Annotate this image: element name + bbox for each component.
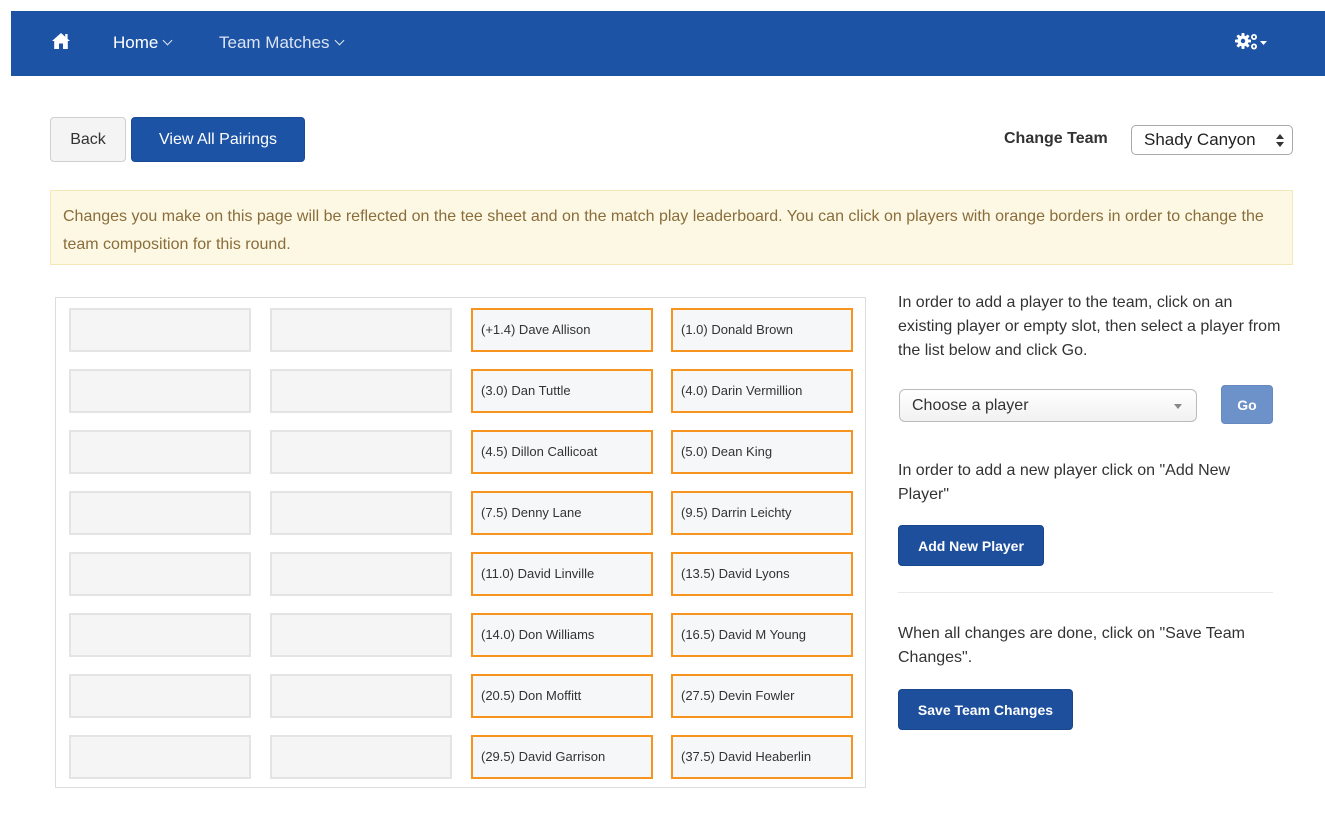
empty-slot[interactable]: [69, 735, 251, 779]
chevron-down-icon: [162, 35, 173, 46]
player-slot[interactable]: (4.0) Darin Vermillion: [671, 369, 853, 413]
player-slot[interactable]: (16.5) David M Young: [671, 613, 853, 657]
empty-slot[interactable]: [69, 308, 251, 352]
player-slot[interactable]: (14.0) Don Williams: [471, 613, 653, 657]
player-slot[interactable]: (5.0) Dean King: [671, 430, 853, 474]
change-team-label: Change Team: [1004, 130, 1108, 147]
empty-slot[interactable]: [69, 552, 251, 596]
empty-slot[interactable]: [270, 491, 452, 535]
nav-home-menu[interactable]: Home: [113, 31, 173, 55]
player-select[interactable]: Choose a player: [899, 389, 1197, 422]
add-new-instructions: In order to add a new player click on "A…: [898, 462, 1231, 503]
back-button[interactable]: Back: [50, 117, 126, 162]
info-notice: Changes you make on this page will be re…: [50, 190, 1293, 265]
home-icon[interactable]: [51, 31, 71, 51]
player-slot[interactable]: (1.0) Donald Brown: [671, 308, 853, 352]
player-slot[interactable]: (29.5) David Garrison: [471, 735, 653, 779]
empty-slot[interactable]: [69, 491, 251, 535]
view-all-pairings-button[interactable]: View All Pairings: [131, 117, 305, 162]
top-navbar: Home Team Matches: [11, 11, 1325, 76]
select-updown-icon: [1276, 134, 1284, 147]
go-button[interactable]: Go: [1221, 385, 1273, 424]
player-slot[interactable]: (3.0) Dan Tuttle: [471, 369, 653, 413]
empty-slot[interactable]: [270, 430, 452, 474]
empty-slot[interactable]: [270, 613, 452, 657]
empty-slot[interactable]: [270, 308, 452, 352]
empty-slot[interactable]: [69, 674, 251, 718]
add-existing-instructions: In order to add a player to the team, cl…: [898, 294, 1281, 359]
player-slot[interactable]: (7.5) Denny Lane: [471, 491, 653, 535]
empty-slot[interactable]: [270, 735, 452, 779]
player-slot[interactable]: (+1.4) Dave Allison: [471, 308, 653, 352]
empty-slot[interactable]: [270, 552, 452, 596]
save-team-changes-button[interactable]: Save Team Changes: [898, 689, 1073, 730]
player-slot[interactable]: (4.5) Dillon Callicoat: [471, 430, 653, 474]
add-new-player-button[interactable]: Add New Player: [898, 525, 1044, 566]
save-instructions: When all changes are done, click on "Sav…: [898, 625, 1245, 666]
player-slot[interactable]: (11.0) David Linville: [471, 552, 653, 596]
empty-slot[interactable]: [270, 369, 452, 413]
team-grid: (+1.4) Dave Allison (1.0) Donald Brown (…: [55, 297, 866, 788]
team-select-value: Shady Canyon: [1144, 130, 1256, 149]
empty-slot[interactable]: [69, 430, 251, 474]
player-select-placeholder: Choose a player: [912, 397, 1029, 414]
nav-team-matches-label: Team Matches: [219, 33, 330, 52]
chevron-down-icon: [1174, 404, 1182, 409]
player-slot[interactable]: (13.5) David Lyons: [671, 552, 853, 596]
player-slot[interactable]: (9.5) Darrin Leichty: [671, 491, 853, 535]
player-slot[interactable]: (20.5) Don Moffitt: [471, 674, 653, 718]
empty-slot[interactable]: [69, 369, 251, 413]
nav-team-matches-menu[interactable]: Team Matches: [219, 31, 344, 55]
divider: [898, 592, 1273, 593]
team-select[interactable]: Shady Canyon: [1131, 125, 1293, 155]
chevron-down-icon: [334, 35, 344, 46]
player-slot[interactable]: (27.5) Devin Fowler: [671, 674, 853, 718]
nav-home-label: Home: [113, 33, 159, 52]
player-slot[interactable]: (37.5) David Heaberlin: [671, 735, 853, 779]
empty-slot[interactable]: [69, 613, 251, 657]
gears-icon[interactable]: [1234, 32, 1268, 54]
empty-slot[interactable]: [270, 674, 452, 718]
